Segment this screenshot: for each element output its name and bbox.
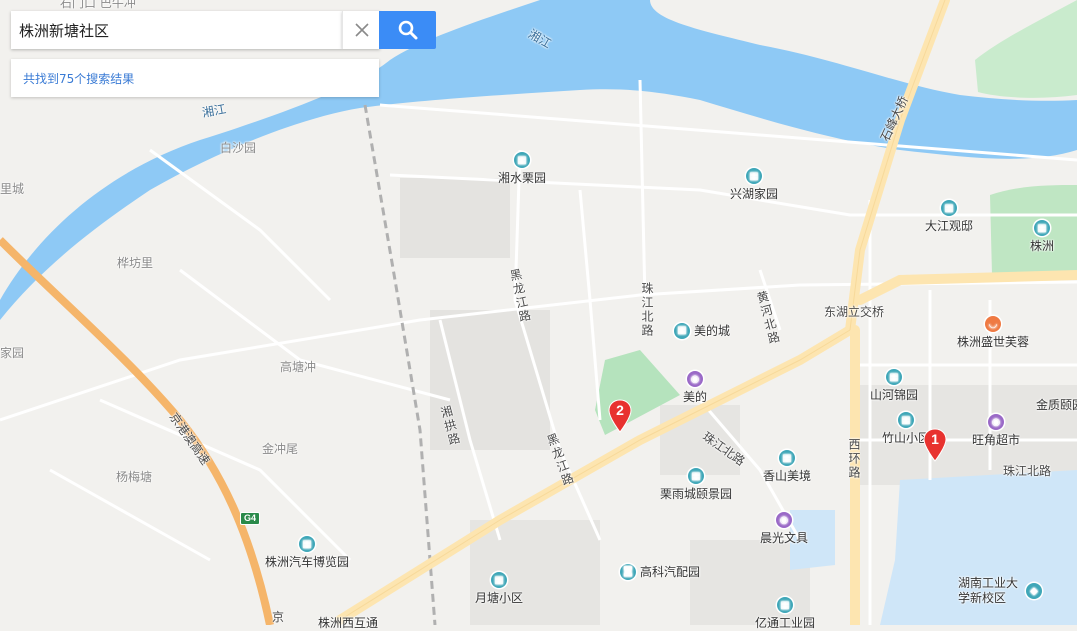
poi-wangjiao-supermarket[interactable]: ◉ 旺角超市 — [972, 414, 1020, 448]
poi-liyucheng-yijingyuan[interactable]: ▦ 栗雨城颐景园 — [660, 468, 732, 502]
shopping-icon: ◉ — [687, 371, 703, 387]
poi-meidi-cheng[interactable]: ▦ 美的城 — [674, 322, 730, 339]
building-icon: ▦ — [491, 572, 507, 588]
poi-meidi-shop[interactable]: ◉ 美的 — [683, 371, 707, 405]
poi-label: 高科汽配园 — [640, 565, 701, 579]
poi-label: 晨光文具 — [760, 531, 809, 545]
poi-label: 金质颐园 — [1036, 398, 1077, 412]
building-icon: ▦ — [514, 152, 530, 168]
close-icon — [354, 23, 369, 37]
school-icon: ◆ — [1026, 583, 1042, 599]
g4-shield: G4 — [240, 512, 261, 525]
label-lishucheng: 里城 — [0, 182, 25, 196]
poi-xiangshui-liyuan[interactable]: ▦ 湘水栗园 — [498, 152, 546, 186]
label-xihuan-rd: 西环路 — [847, 438, 861, 480]
poi-label: 株洲汽车博览园 — [265, 555, 350, 569]
food-icon: ◡ — [985, 316, 1001, 332]
marker-label: 1 — [931, 431, 939, 447]
building-icon: ▦ — [941, 200, 957, 216]
building-icon: ▦ — [688, 468, 704, 484]
result-marker-1[interactable]: 1 — [923, 428, 947, 462]
poi-hunan-university-campus[interactable]: 湖南工业大学新校区 ◆ — [958, 576, 1042, 606]
building-icon: ▦ — [777, 597, 793, 613]
label-baishayuan: 白沙园 — [220, 141, 257, 155]
result-summary-bar: 共找到75个搜索结果 — [11, 59, 379, 97]
label-gaotangchong: 高塘冲 — [280, 360, 317, 374]
poi-shanhe-jinyuan[interactable]: ▦ 山河锦园 — [870, 369, 918, 403]
poi-label: 香山美境 — [763, 469, 812, 483]
poi-label: 旺角超市 — [972, 433, 1021, 447]
poi-jinzhi-yiyuan[interactable]: 金质颐园 — [1036, 396, 1077, 413]
building-icon: ▦ — [898, 412, 914, 428]
poi-label: 株洲 — [1030, 239, 1055, 253]
poi-label: 栗雨城颐景园 — [660, 487, 733, 501]
poi-label: 株洲盛世芙蓉 — [957, 335, 1030, 349]
building-icon: ▦ — [674, 322, 690, 339]
car-icon: ◙ — [620, 563, 636, 580]
shopping-icon: ◉ — [776, 512, 792, 528]
poi-gaoke-qipeiyuan[interactable]: ◙ 高科汽配园 — [620, 563, 700, 580]
clear-button[interactable] — [342, 11, 380, 49]
poi-chenguang-stationery[interactable]: ◉ 晨光文具 — [760, 512, 808, 546]
building-icon: ▦ — [779, 450, 795, 466]
label-jinchongwei: 金冲尾 — [262, 442, 299, 456]
poi-shengshi-furong[interactable]: ◡ 株洲盛世芙蓉 — [957, 316, 1029, 350]
poi-zhuzhou-east[interactable]: ▦ 株洲 — [1030, 220, 1054, 254]
marker-label: 2 — [616, 402, 624, 418]
shopping-icon: ◉ — [988, 414, 1004, 430]
poi-label: 美的 — [683, 390, 708, 404]
poi-label: 大江观邸 — [925, 219, 974, 233]
search-input[interactable] — [11, 12, 342, 48]
poi-dajiang-guandi[interactable]: ▦ 大江观邸 — [925, 200, 973, 234]
label-jing-bottom: 京 — [272, 610, 285, 624]
poi-label: 湘水栗园 — [498, 171, 547, 185]
label-zhujiang-north-3: 珠江北路 — [1003, 464, 1052, 478]
label-yangmeitang: 杨梅塘 — [116, 470, 153, 484]
building-icon: ▦ — [1034, 220, 1050, 236]
poi-zhuzhou-west-interchange[interactable]: 株洲西互通 — [318, 614, 378, 631]
label-jiayuan: 家园 — [0, 346, 25, 360]
poi-label: 山河锦园 — [870, 388, 919, 402]
building-icon: ▦ — [299, 536, 315, 552]
result-summary[interactable]: 共找到75个搜索结果 — [23, 70, 134, 87]
search-button[interactable] — [379, 11, 436, 49]
label-donghu-interchange: 东湖立交桥 — [824, 305, 885, 319]
search-icon — [398, 20, 417, 40]
poi-label: 美的城 — [694, 324, 731, 338]
result-marker-2[interactable]: 2 — [608, 399, 632, 433]
building-icon: ▦ — [886, 369, 902, 385]
label-top-partial: 石门口 巴牛冲 — [60, 0, 136, 10]
building-icon: ▦ — [746, 168, 762, 184]
label-zhujiang-north-1: 珠江北路 — [640, 282, 654, 338]
poi-label: 月塘小区 — [475, 591, 524, 605]
poi-xinghu-jiayuan[interactable]: ▦ 兴湖家园 — [730, 168, 778, 202]
poi-xiangshan-meijing[interactable]: ▦ 香山美境 — [763, 450, 811, 484]
poi-label: 亿通工业园 — [755, 616, 816, 630]
search-box — [11, 11, 342, 49]
poi-label: 株洲西互通 — [318, 616, 379, 630]
label-huafangli: 桦坊里 — [117, 256, 154, 270]
poi-auto-expo-park[interactable]: ▦ 株洲汽车博览园 — [265, 536, 349, 570]
poi-yuetang-xiaoqu[interactable]: ▦ 月塘小区 — [475, 572, 523, 606]
poi-yitong-industrial[interactable]: ▦ 亿通工业园 — [755, 597, 815, 631]
poi-label: 兴湖家园 — [730, 187, 779, 201]
poi-label: 湖南工业大学新校区 — [958, 576, 1019, 605]
